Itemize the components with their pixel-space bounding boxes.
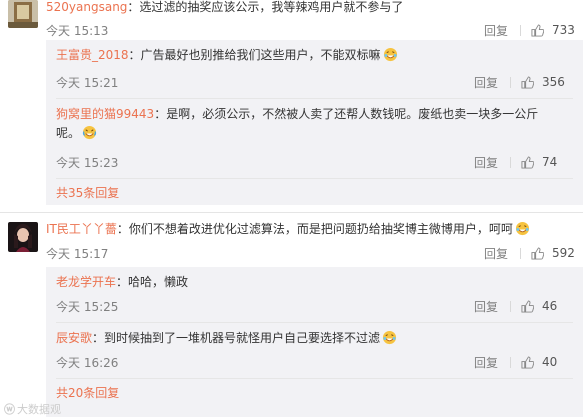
like-count: 592: [552, 246, 575, 260]
divider: [510, 76, 511, 88]
timestamp: 今天 15:21: [56, 75, 119, 90]
divider: [520, 247, 521, 259]
reply-text: 辰安歌：到时候抽到了一堆机器号就怪用户自己要选择不过滤: [56, 329, 573, 347]
comment-meta: 今天 15:17 回复 592: [46, 243, 583, 263]
reply-button[interactable]: 回复: [474, 354, 498, 371]
reply-list: 王富贵_2018：广告最好也别推给我们这些用户，不能双标嘛 今天 15:21 回…: [46, 40, 583, 205]
laughing-crying-emoji-icon: [82, 125, 97, 140]
reply-button[interactable]: 回复: [474, 154, 498, 171]
divider: [0, 212, 583, 213]
reply-item: 辰安歌：到时候抽到了一堆机器号就怪用户自己要选择不过滤 今天 16:26 回复 …: [56, 329, 573, 379]
watermark: ⓦ 大数据观: [4, 401, 61, 417]
like-count: 40: [542, 355, 558, 369]
reply-meta: 今天 15:23 回复 74: [56, 152, 573, 172]
reply-body: ：广告最好也别推给我们这些用户，不能双标嘛: [128, 48, 381, 62]
reply-body: ：是啊，必须公示，不然被人卖了还帮人数钱呢。废纸也卖一块多一公斤: [154, 107, 539, 121]
reply-item: 老龙学开车：哈哈，懒政 今天 15:25 回复 46: [56, 273, 573, 323]
reply-text: 狗窝里的猫99443：是啊，必须公示，不然被人卖了还帮人数钱呢。废纸也卖一块多一…: [56, 105, 573, 143]
emoji-icon: [383, 47, 397, 62]
reply-username[interactable]: 狗窝里的猫99443: [56, 107, 154, 121]
thumbs-up-icon: [521, 155, 534, 169]
thumbs-up-icon: [521, 355, 534, 369]
reply-body: ：到时候抽到了一堆机器号就怪用户自己要选择不过滤: [92, 331, 381, 345]
thumbs-up-icon: [531, 23, 544, 37]
watermark-logo-icon: ⓦ: [4, 403, 15, 416]
reply-item: 王富贵_2018：广告最好也别推给我们这些用户，不能双标嘛 今天 15:21 回…: [56, 46, 573, 99]
divider: [520, 24, 521, 36]
like-button[interactable]: 46: [521, 299, 573, 313]
more-replies-link[interactable]: 共20条回复: [56, 385, 573, 407]
reply-meta: 今天 15:25 回复 46: [56, 296, 573, 316]
like-count: 74: [542, 155, 558, 169]
avatar[interactable]: [8, 222, 38, 252]
thumbs-up-icon: [521, 299, 534, 313]
thumbs-up-icon: [521, 75, 534, 89]
like-count: 46: [542, 299, 558, 313]
reply-meta: 今天 15:21 回复 356: [56, 72, 573, 92]
reply-body: ：哈哈，懒政: [116, 275, 189, 289]
reply-button[interactable]: 回复: [474, 298, 498, 315]
reply-text: 老龙学开车：哈哈，懒政: [56, 273, 573, 291]
reply-list: 老龙学开车：哈哈，懒政 今天 15:25 回复 46 辰安歌：到时候抽到了一堆机…: [46, 267, 583, 417]
reply-username[interactable]: 王富贵_2018: [56, 48, 129, 62]
more-replies-link[interactable]: 共35条回复: [56, 185, 573, 207]
comment-text: 520yangsang：选过滤的抽奖应该公示，我等辣鸡用户就不参与了: [46, 0, 583, 16]
comment-username[interactable]: 520yangsang: [46, 0, 127, 14]
timestamp: 今天 15:25: [56, 299, 119, 314]
timestamp: 今天 15:23: [56, 155, 119, 170]
divider: [510, 300, 511, 312]
reply-button[interactable]: 回复: [484, 245, 508, 262]
like-count: 356: [542, 75, 565, 89]
like-button[interactable]: 592: [531, 246, 583, 260]
divider: [510, 156, 511, 168]
reply-text: 王富贵_2018：广告最好也别推给我们这些用户，不能双标嘛: [56, 46, 573, 64]
watermark-text: 大数据观: [17, 403, 61, 416]
reply-username[interactable]: 老龙学开车: [56, 275, 116, 289]
timestamp: 今天 16:26: [56, 355, 119, 370]
comment-body: ：选过滤的抽奖应该公示，我等辣鸡用户就不参与了: [127, 0, 404, 14]
emoji-icon: [515, 221, 529, 236]
like-button[interactable]: 74: [521, 155, 573, 169]
reply-username[interactable]: 辰安歌: [56, 331, 92, 345]
emoji-icon: [382, 330, 397, 345]
comment-meta: 今天 15:13 回复 733: [46, 20, 583, 40]
divider: [510, 356, 511, 368]
timestamp: 今天 15:13: [46, 23, 109, 38]
reply-meta: 今天 16:26 回复 40: [56, 352, 573, 372]
like-count: 733: [552, 23, 575, 37]
reply-body-continued: 呢。: [56, 126, 81, 140]
avatar[interactable]: [8, 0, 38, 28]
comment-text: IT民工丫丫薔：你们不想着改进优化过滤算法，而是把问题扔给抽奖博主微博用户，呵呵: [46, 220, 583, 238]
like-button[interactable]: 356: [521, 75, 573, 89]
reply-button[interactable]: 回复: [484, 22, 508, 39]
like-button[interactable]: 40: [521, 355, 573, 369]
reply-item: 狗窝里的猫99443：是啊，必须公示，不然被人卖了还帮人数钱呢。废纸也卖一块多一…: [56, 105, 573, 179]
comment-username[interactable]: IT民工丫丫薔: [46, 222, 117, 236]
comment-body: ：你们不想着改进优化过滤算法，而是把问题扔给抽奖博主微博用户，呵呵: [116, 222, 513, 236]
timestamp: 今天 15:17: [46, 246, 109, 261]
thumbs-up-icon: [531, 246, 544, 260]
reply-button[interactable]: 回复: [474, 74, 498, 91]
like-button[interactable]: 733: [531, 23, 583, 37]
